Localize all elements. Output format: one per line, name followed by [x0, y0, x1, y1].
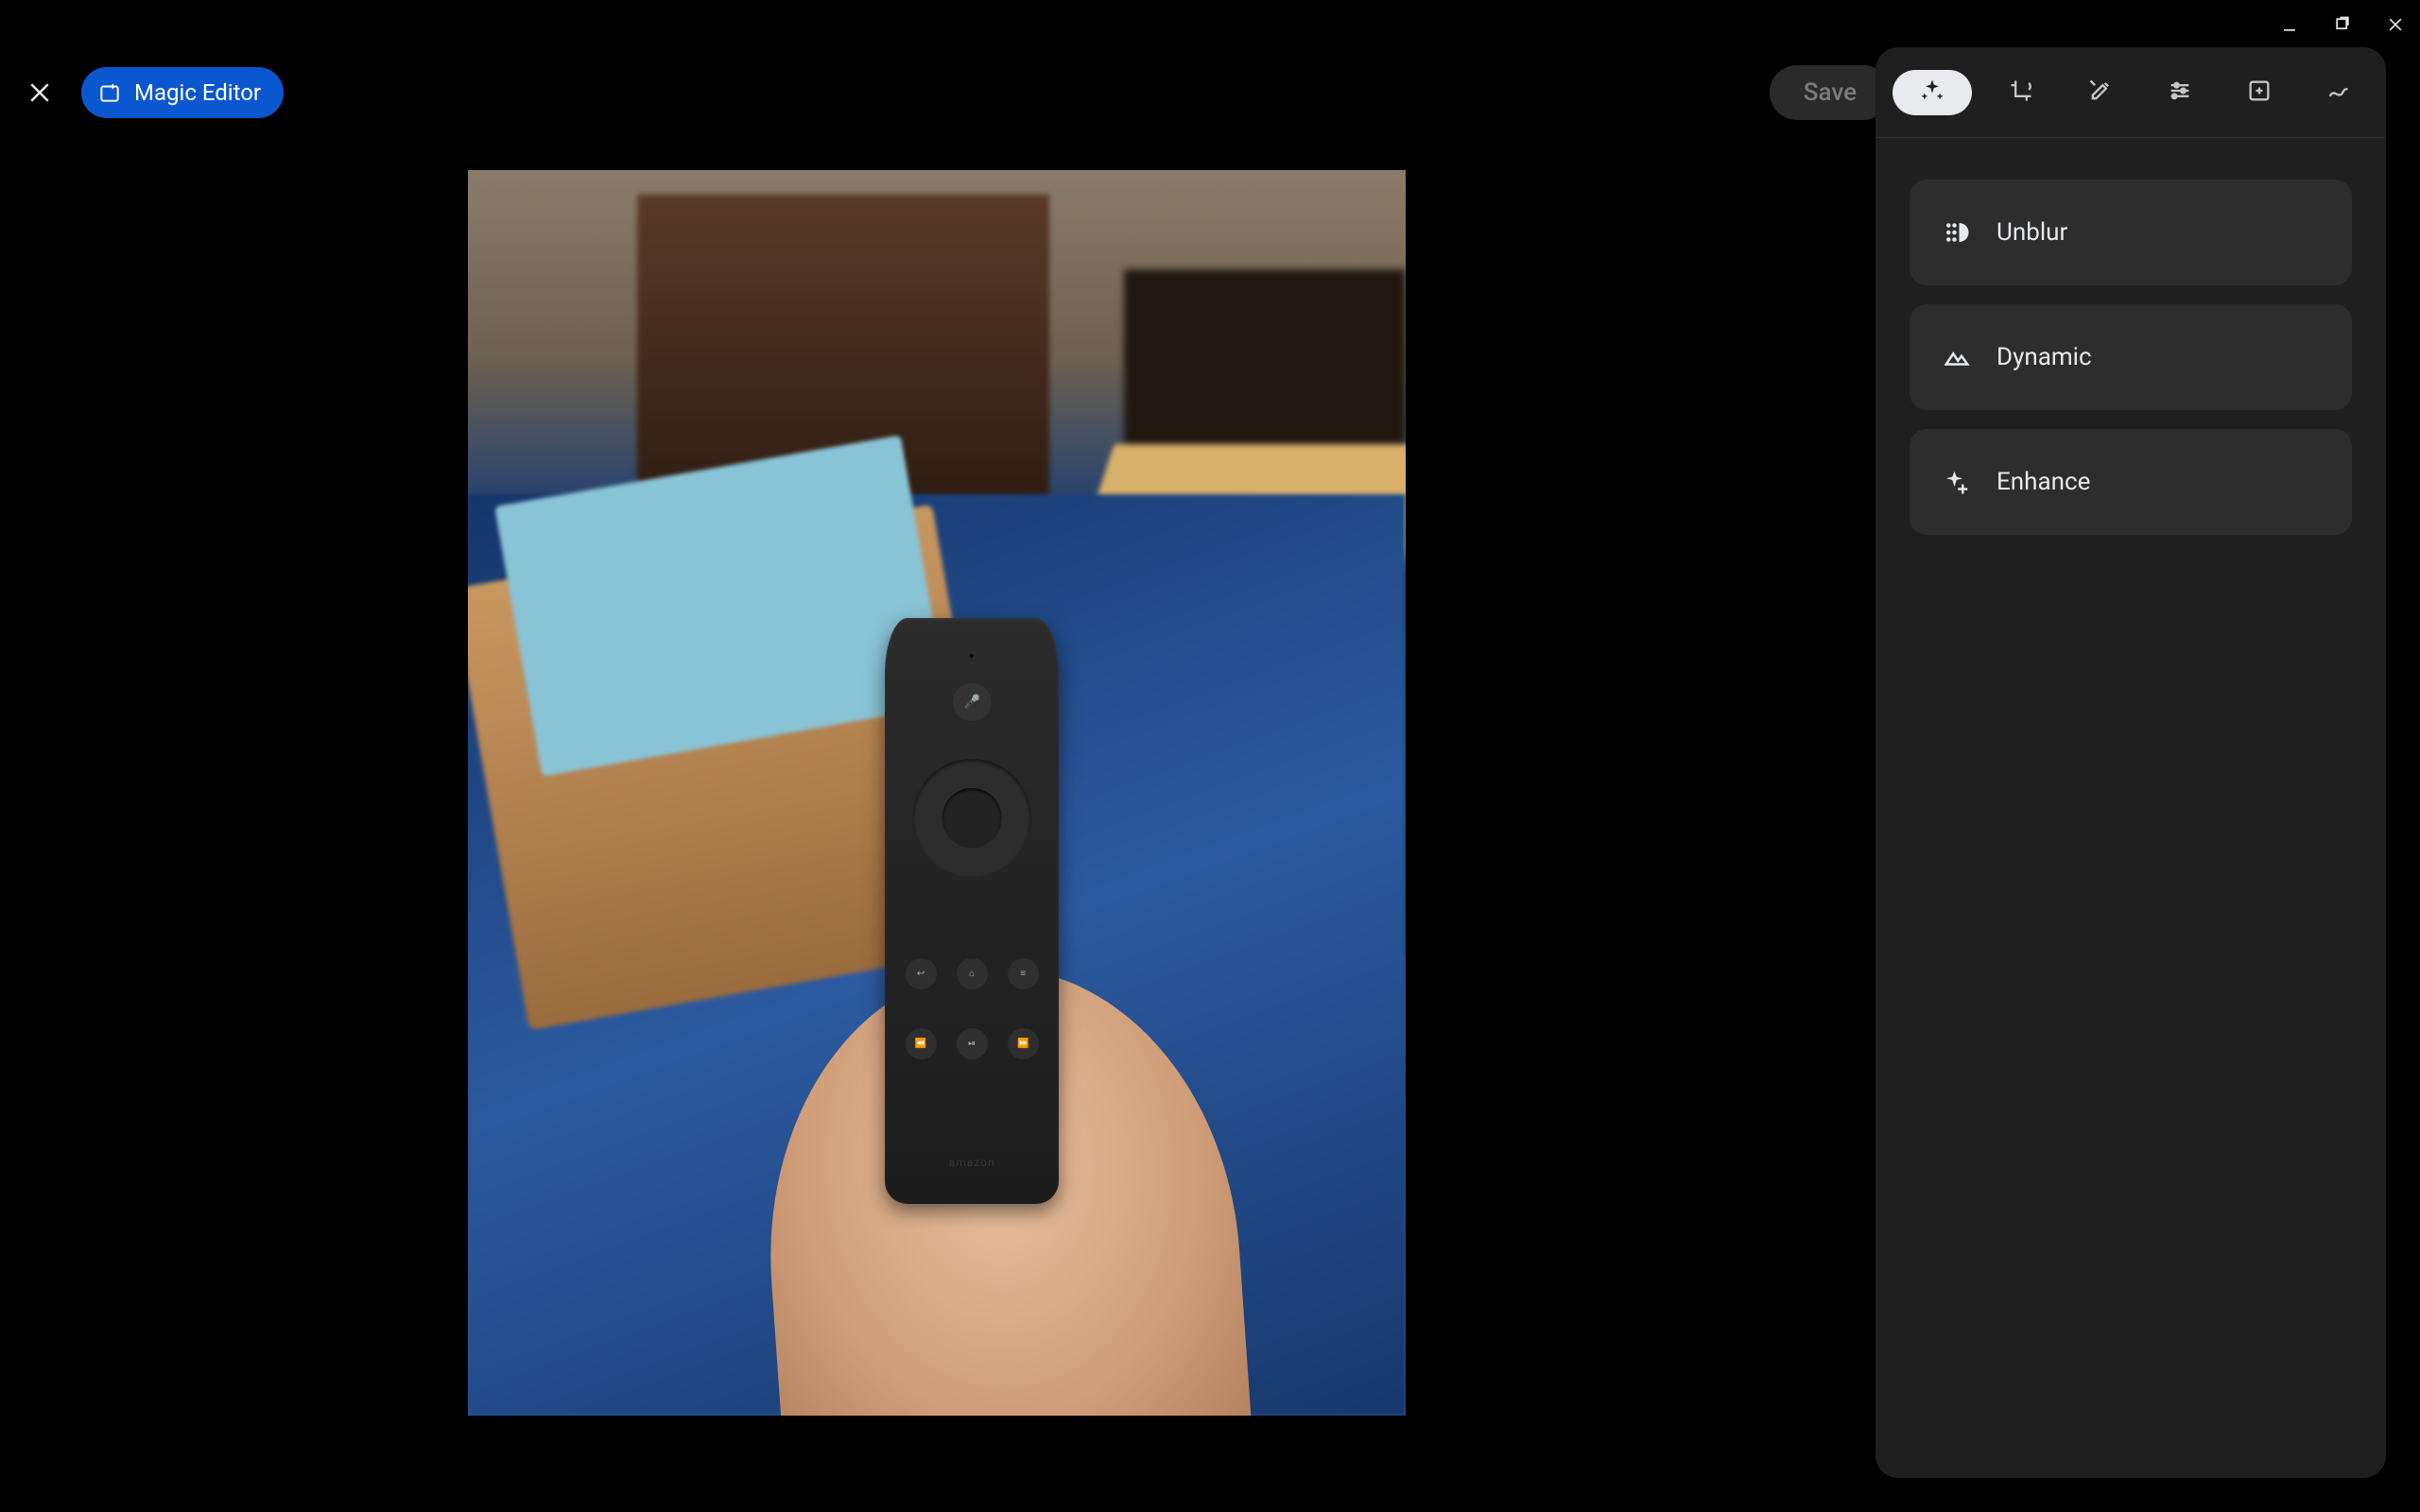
- tab-filters[interactable]: [2229, 70, 2290, 115]
- suggestion-enhance[interactable]: Enhance: [1910, 429, 2352, 535]
- markup-icon: [2325, 77, 2352, 108]
- suggestion-dynamic[interactable]: Dynamic: [1910, 304, 2352, 410]
- suggestions-list: Unblur Dynamic Enhance: [1876, 138, 2386, 576]
- suggestion-unblur[interactable]: Unblur: [1910, 180, 2352, 285]
- tab-crop[interactable]: [1991, 70, 2051, 115]
- magic-editor-button[interactable]: Magic Editor: [81, 67, 284, 118]
- photo-background: 🎤 ↩⌂≡ ⏪⏯⏩ amazon: [468, 170, 1406, 1416]
- save-button[interactable]: Save: [1770, 65, 1891, 120]
- tool-tabs: [1876, 47, 2386, 138]
- landscape-icon: [1942, 342, 1972, 372]
- suggestion-label: Dynamic: [1996, 343, 2092, 371]
- close-editor-button[interactable]: [17, 70, 62, 115]
- magic-editor-icon: [96, 79, 123, 106]
- window-close-button[interactable]: [2380, 9, 2411, 40]
- edit-side-panel: Unblur Dynamic Enhance: [1876, 47, 2386, 1478]
- suggestion-label: Enhance: [1996, 468, 2090, 496]
- crop-rotate-icon: [2008, 77, 2034, 108]
- window-maximize-button[interactable]: [2327, 9, 2358, 40]
- tab-adjust[interactable]: [2150, 70, 2210, 115]
- tools-icon: [2087, 77, 2114, 108]
- tab-tools[interactable]: [2070, 70, 2131, 115]
- magic-editor-label: Magic Editor: [134, 79, 261, 106]
- photo-subject-remote: 🎤 ↩⌂≡ ⏪⏯⏩ amazon: [885, 618, 1059, 1203]
- filter-add-icon: [2246, 77, 2273, 108]
- sliders-icon: [2167, 77, 2193, 108]
- suggestion-label: Unblur: [1996, 218, 2067, 247]
- window-minimize-button[interactable]: [2274, 9, 2305, 40]
- photo-canvas[interactable]: 🎤 ↩⌂≡ ⏪⏯⏩ amazon: [468, 170, 1406, 1416]
- remote-brand-text: amazon: [885, 1156, 1059, 1169]
- unblur-icon: [1942, 217, 1972, 248]
- sparkle-icon: [1919, 77, 1945, 108]
- tab-suggestions[interactable]: [1893, 70, 1972, 115]
- sparkle-plus-icon: [1942, 467, 1972, 497]
- tab-markup[interactable]: [2308, 70, 2369, 115]
- save-label: Save: [1804, 78, 1857, 107]
